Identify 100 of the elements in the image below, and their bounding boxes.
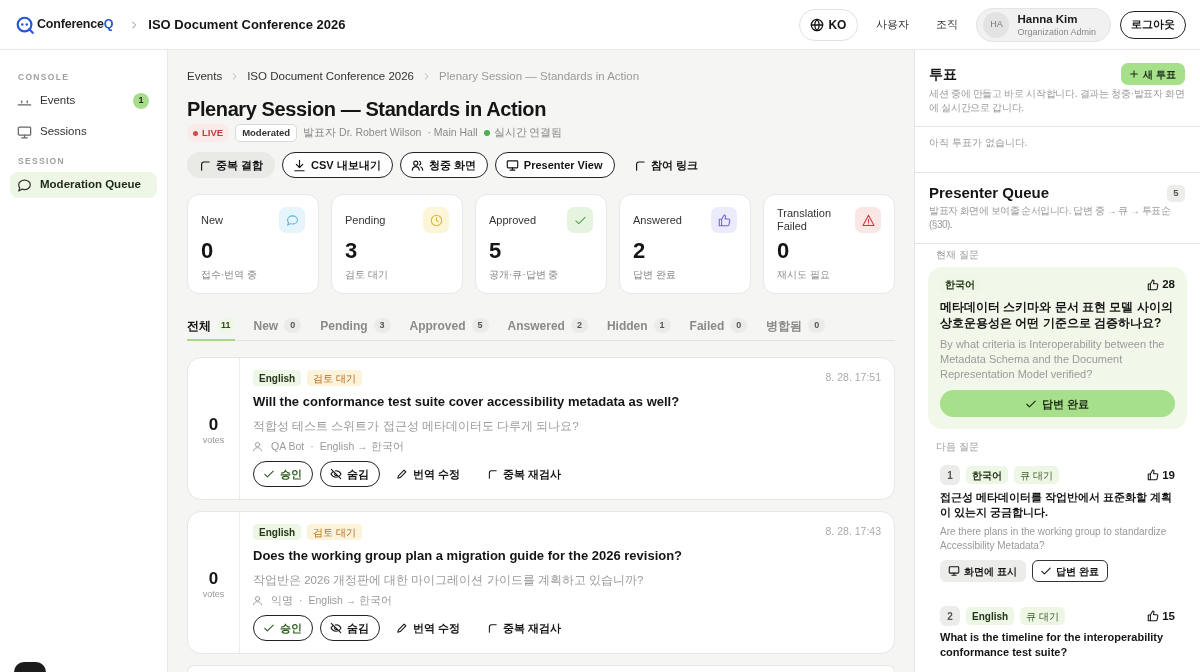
stat-value: 5: [489, 238, 503, 264]
edit-translation-button[interactable]: 번역 수정: [387, 461, 471, 487]
section-heading: SESSION: [17, 156, 66, 167]
stat-label: New: [201, 213, 223, 227]
tag: English: [253, 524, 302, 540]
filter-tab[interactable]: Pending 3: [320, 312, 391, 341]
globe-icon: [811, 18, 824, 31]
author-name: QA Bot: [271, 439, 305, 453]
filter-tab[interactable]: 전체 11: [187, 312, 235, 341]
translation-text: By what criteria is Interoperability between the Metadata Schema and the Document Representation Model verified?: [940, 337, 1166, 383]
breadcrumb-item[interactable]: ISO Document Conference 2026: [247, 68, 415, 84]
plus-icon: [1130, 70, 1139, 78]
section-heading: CONSOLE: [17, 72, 71, 83]
tab-count: 1: [653, 318, 671, 333]
mark-answered-button[interactable]: 답변 완료: [1031, 560, 1108, 583]
export-csv-button[interactable]: CSV 내보내기: [282, 152, 393, 178]
recheck-duplicates-button[interactable]: 중복 재검사: [477, 461, 572, 487]
arc-icon: [487, 623, 498, 633]
hide-button[interactable]: 숨김: [320, 615, 380, 641]
monitor-icon: [506, 159, 518, 171]
filter-tab[interactable]: 병합됨 0: [766, 312, 826, 341]
event-title: ISO Document Conference 2026: [148, 15, 346, 34]
session-title: Plenary Session — Standards in Action: [187, 97, 547, 122]
section-description: 발표자 화면에 보여줄 순서입니다. 답변 중 → 큐 → 투표순(§30).: [929, 204, 1172, 232]
tab-count: 0: [284, 318, 302, 333]
new-poll-button[interactable]: 새 투표: [1121, 63, 1185, 85]
filter-tab[interactable]: Hidden 1: [606, 312, 671, 341]
hide-button[interactable]: 숨김: [320, 461, 380, 487]
like-count: 28: [1162, 277, 1175, 292]
logout-button[interactable]: 로그아웃: [1120, 10, 1186, 39]
join-link-button[interactable]: 참여 링크: [621, 152, 710, 178]
sidebar-item[interactable]: Sessions: [10, 119, 157, 145]
stat-label: Approved: [489, 213, 537, 227]
chevron-right-icon: [130, 20, 139, 29]
thumbs-up-icon: [1148, 279, 1159, 290]
filter-tab[interactable]: Failed 0: [689, 312, 748, 341]
tag: English: [253, 370, 302, 386]
arc-icon: [487, 469, 498, 479]
download-icon: [294, 159, 306, 171]
chevron-right-icon: [423, 72, 431, 80]
mark-answered-button[interactable]: 답변 완료: [940, 390, 1175, 418]
position-number: 2: [940, 606, 960, 627]
stat-note: 검토 대기: [345, 268, 389, 281]
approve-button[interactable]: 승인: [253, 461, 313, 487]
approve-button[interactable]: 승인: [253, 615, 313, 641]
nav-link[interactable]: 사용자: [876, 16, 910, 33]
nav-link[interactable]: 조직: [936, 16, 959, 33]
merge-duplicates-button[interactable]: 중복 결합: [187, 152, 276, 178]
filter-tab[interactable]: Approved 5: [409, 312, 489, 341]
stat-value: 0: [777, 238, 791, 264]
tag: 검토 대기: [307, 524, 362, 540]
room-text: · Main Hall: [427, 125, 478, 141]
tab-count: 2: [570, 318, 588, 333]
group-label: 다음 질문: [935, 441, 980, 454]
language-pair: English → 한국어: [319, 439, 404, 453]
check-tile-icon: [567, 207, 593, 233]
timestamp: 8. 28. 17:43: [825, 524, 881, 540]
stat-note: 공개·큐·답변 중: [489, 268, 560, 281]
check-icon: [1025, 398, 1036, 409]
users-icon: [411, 159, 423, 171]
sidebar-item[interactable]: Moderation Queue: [10, 172, 157, 198]
empty-state-text: 아직 투표가 없습니다.: [929, 136, 1029, 150]
live-badge: LIVE: [187, 124, 230, 142]
user-menu[interactable]: HA Hanna Kim Organization Admin: [976, 7, 1111, 42]
chat-bubble-tile-icon: [279, 207, 305, 233]
vote-count: 0: [208, 415, 219, 435]
stat-value: 2: [633, 238, 647, 264]
position-number: 1: [940, 465, 960, 486]
translation-text: 적합성 테스트 스위트가 접근성 메타데이터도 다루게 되나요?: [253, 419, 580, 434]
edit-translation-button[interactable]: 번역 수정: [387, 615, 471, 641]
filter-tab[interactable]: New 0: [253, 312, 302, 341]
floating-button[interactable]: [14, 662, 46, 672]
question-text: Does the working group plan a migration guide for the 2026 revision?: [253, 547, 684, 565]
audience-screen-button[interactable]: 청중 화면: [399, 152, 488, 178]
question-text: What is the timeline for the interoperability conformance test suite?: [940, 630, 1165, 661]
logo-text[interactable]: ConferenceQ: [37, 15, 114, 34]
show-on-screen-button[interactable]: 화면에 표시: [940, 560, 1026, 583]
filter-tab[interactable]: Answered 2: [507, 312, 588, 341]
stat-value: 0: [201, 238, 215, 264]
clock-tile-icon: [423, 207, 449, 233]
tag: 한국어: [966, 466, 1008, 485]
logo-icon: [16, 15, 34, 34]
presenter-view-button[interactable]: Presenter View: [494, 152, 615, 178]
sidebar-item[interactable]: Events 1: [10, 88, 157, 114]
tag: 큐 대기: [1014, 466, 1059, 485]
separator: ·: [299, 593, 303, 607]
question-text: 접근성 메타데이터를 작업반에서 표준화할 계획이 있는지 궁금합니다.: [940, 490, 1174, 521]
stat-note: 재시도 필요: [777, 268, 831, 281]
language-button[interactable]: KO: [799, 8, 859, 41]
eye-off-icon: [331, 469, 341, 479]
chat-bubble-icon: [18, 178, 31, 192]
pencil-icon: [397, 623, 407, 633]
stat-note: 접수·번역 중: [201, 268, 259, 281]
thumbs-up-icon: [1148, 470, 1159, 481]
recheck-duplicates-button[interactable]: 중복 재검사: [477, 615, 572, 641]
monitor-icon: [18, 125, 31, 139]
tag: English: [966, 607, 1015, 626]
like-count: 15: [1162, 608, 1175, 624]
check-icon: [264, 623, 274, 633]
breadcrumb-item[interactable]: Events: [187, 68, 223, 84]
